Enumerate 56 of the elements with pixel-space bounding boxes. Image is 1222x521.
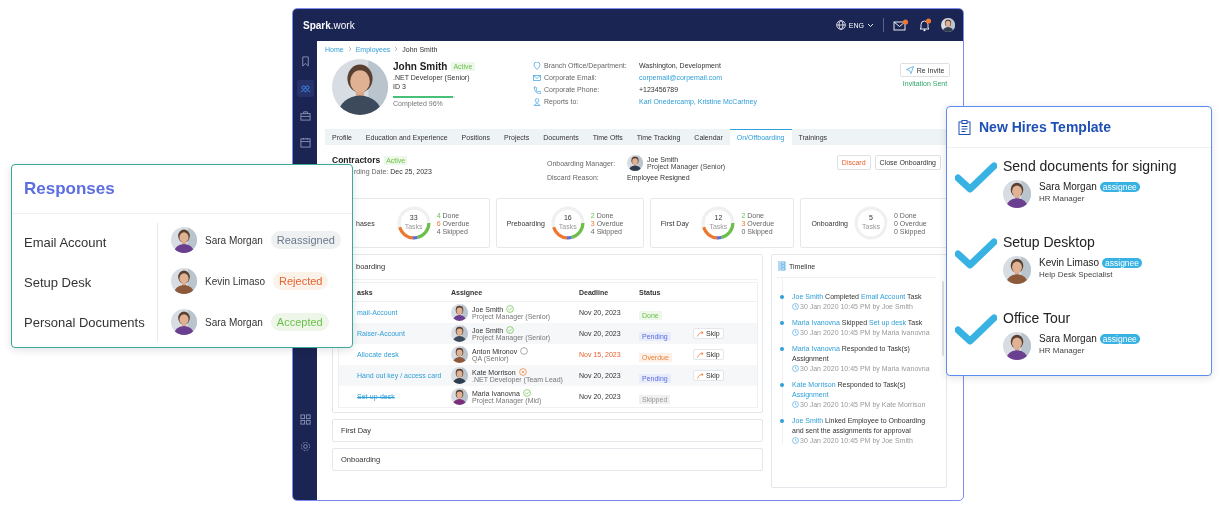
clock-icon (792, 365, 799, 372)
task-title: Office Tour (1003, 310, 1072, 326)
task-name: Email Account (24, 235, 108, 250)
task-title: Setup Desktop (1003, 234, 1096, 250)
timeline-dot (780, 419, 784, 423)
checkmark-icon (955, 238, 997, 270)
person-name: Sara Morgan (1039, 181, 1097, 192)
people-icon[interactable] (296, 80, 314, 97)
person-icon (533, 97, 541, 106)
skip-arrow-icon (697, 372, 704, 379)
task-name: Personal Documents (24, 315, 146, 330)
person-name: Sara Morgan (1039, 333, 1097, 344)
timeline-dot (780, 347, 784, 351)
skip-arrow-icon (697, 351, 704, 358)
timeline-dot (780, 295, 784, 299)
clock-icon (792, 401, 799, 408)
clock-icon (792, 437, 799, 444)
task-name: Setup Desk (24, 275, 93, 290)
person-role: HR Manager (1039, 194, 1086, 203)
timeline-dot (780, 321, 784, 325)
bell-icon[interactable] (918, 18, 932, 32)
clock-icon (792, 303, 799, 310)
person-name: Kevin Limaso (1039, 257, 1100, 268)
checkmark-icon (955, 162, 997, 194)
assignee-badge: assignee (1102, 257, 1143, 268)
phone-icon (533, 85, 541, 94)
checkmark-icon (955, 314, 997, 346)
logo[interactable]: Spark.work (303, 19, 355, 31)
person-role: Help Desk Specialist (1039, 270, 1114, 279)
response-status: Reassigned (270, 231, 341, 249)
clock-icon (792, 329, 799, 336)
chevron-icon (347, 46, 352, 52)
send-icon (905, 66, 914, 74)
person-name: Sara Morgan (205, 316, 263, 328)
card-title: Responses (12, 165, 352, 214)
caret-icon (867, 22, 874, 28)
envelope-icon (533, 73, 541, 82)
task-title: Send documents for signing (1003, 158, 1177, 174)
person-role: HR Manager (1039, 346, 1086, 355)
card-title: New Hires Template (979, 119, 1111, 135)
skip-arrow-icon (697, 330, 704, 337)
assignee-badge: assignee (1099, 181, 1140, 192)
timeline-dot (780, 383, 784, 387)
timeline-icon (777, 261, 786, 271)
clipboard-icon (958, 119, 971, 135)
response-status: Accepted (270, 313, 329, 331)
employee-name: John Smith (393, 61, 448, 72)
mail-icon[interactable] (893, 18, 909, 32)
pin-icon (533, 61, 541, 70)
onboarding-title: Contractors (332, 155, 381, 165)
person-name: Kevin Limaso (205, 275, 266, 287)
response-status: Rejected (273, 272, 329, 290)
assignee-badge: assignee (1099, 333, 1140, 344)
globe-icon (835, 20, 846, 30)
person-name: Sara Morgan (205, 234, 263, 246)
chevron-icon (394, 46, 399, 52)
